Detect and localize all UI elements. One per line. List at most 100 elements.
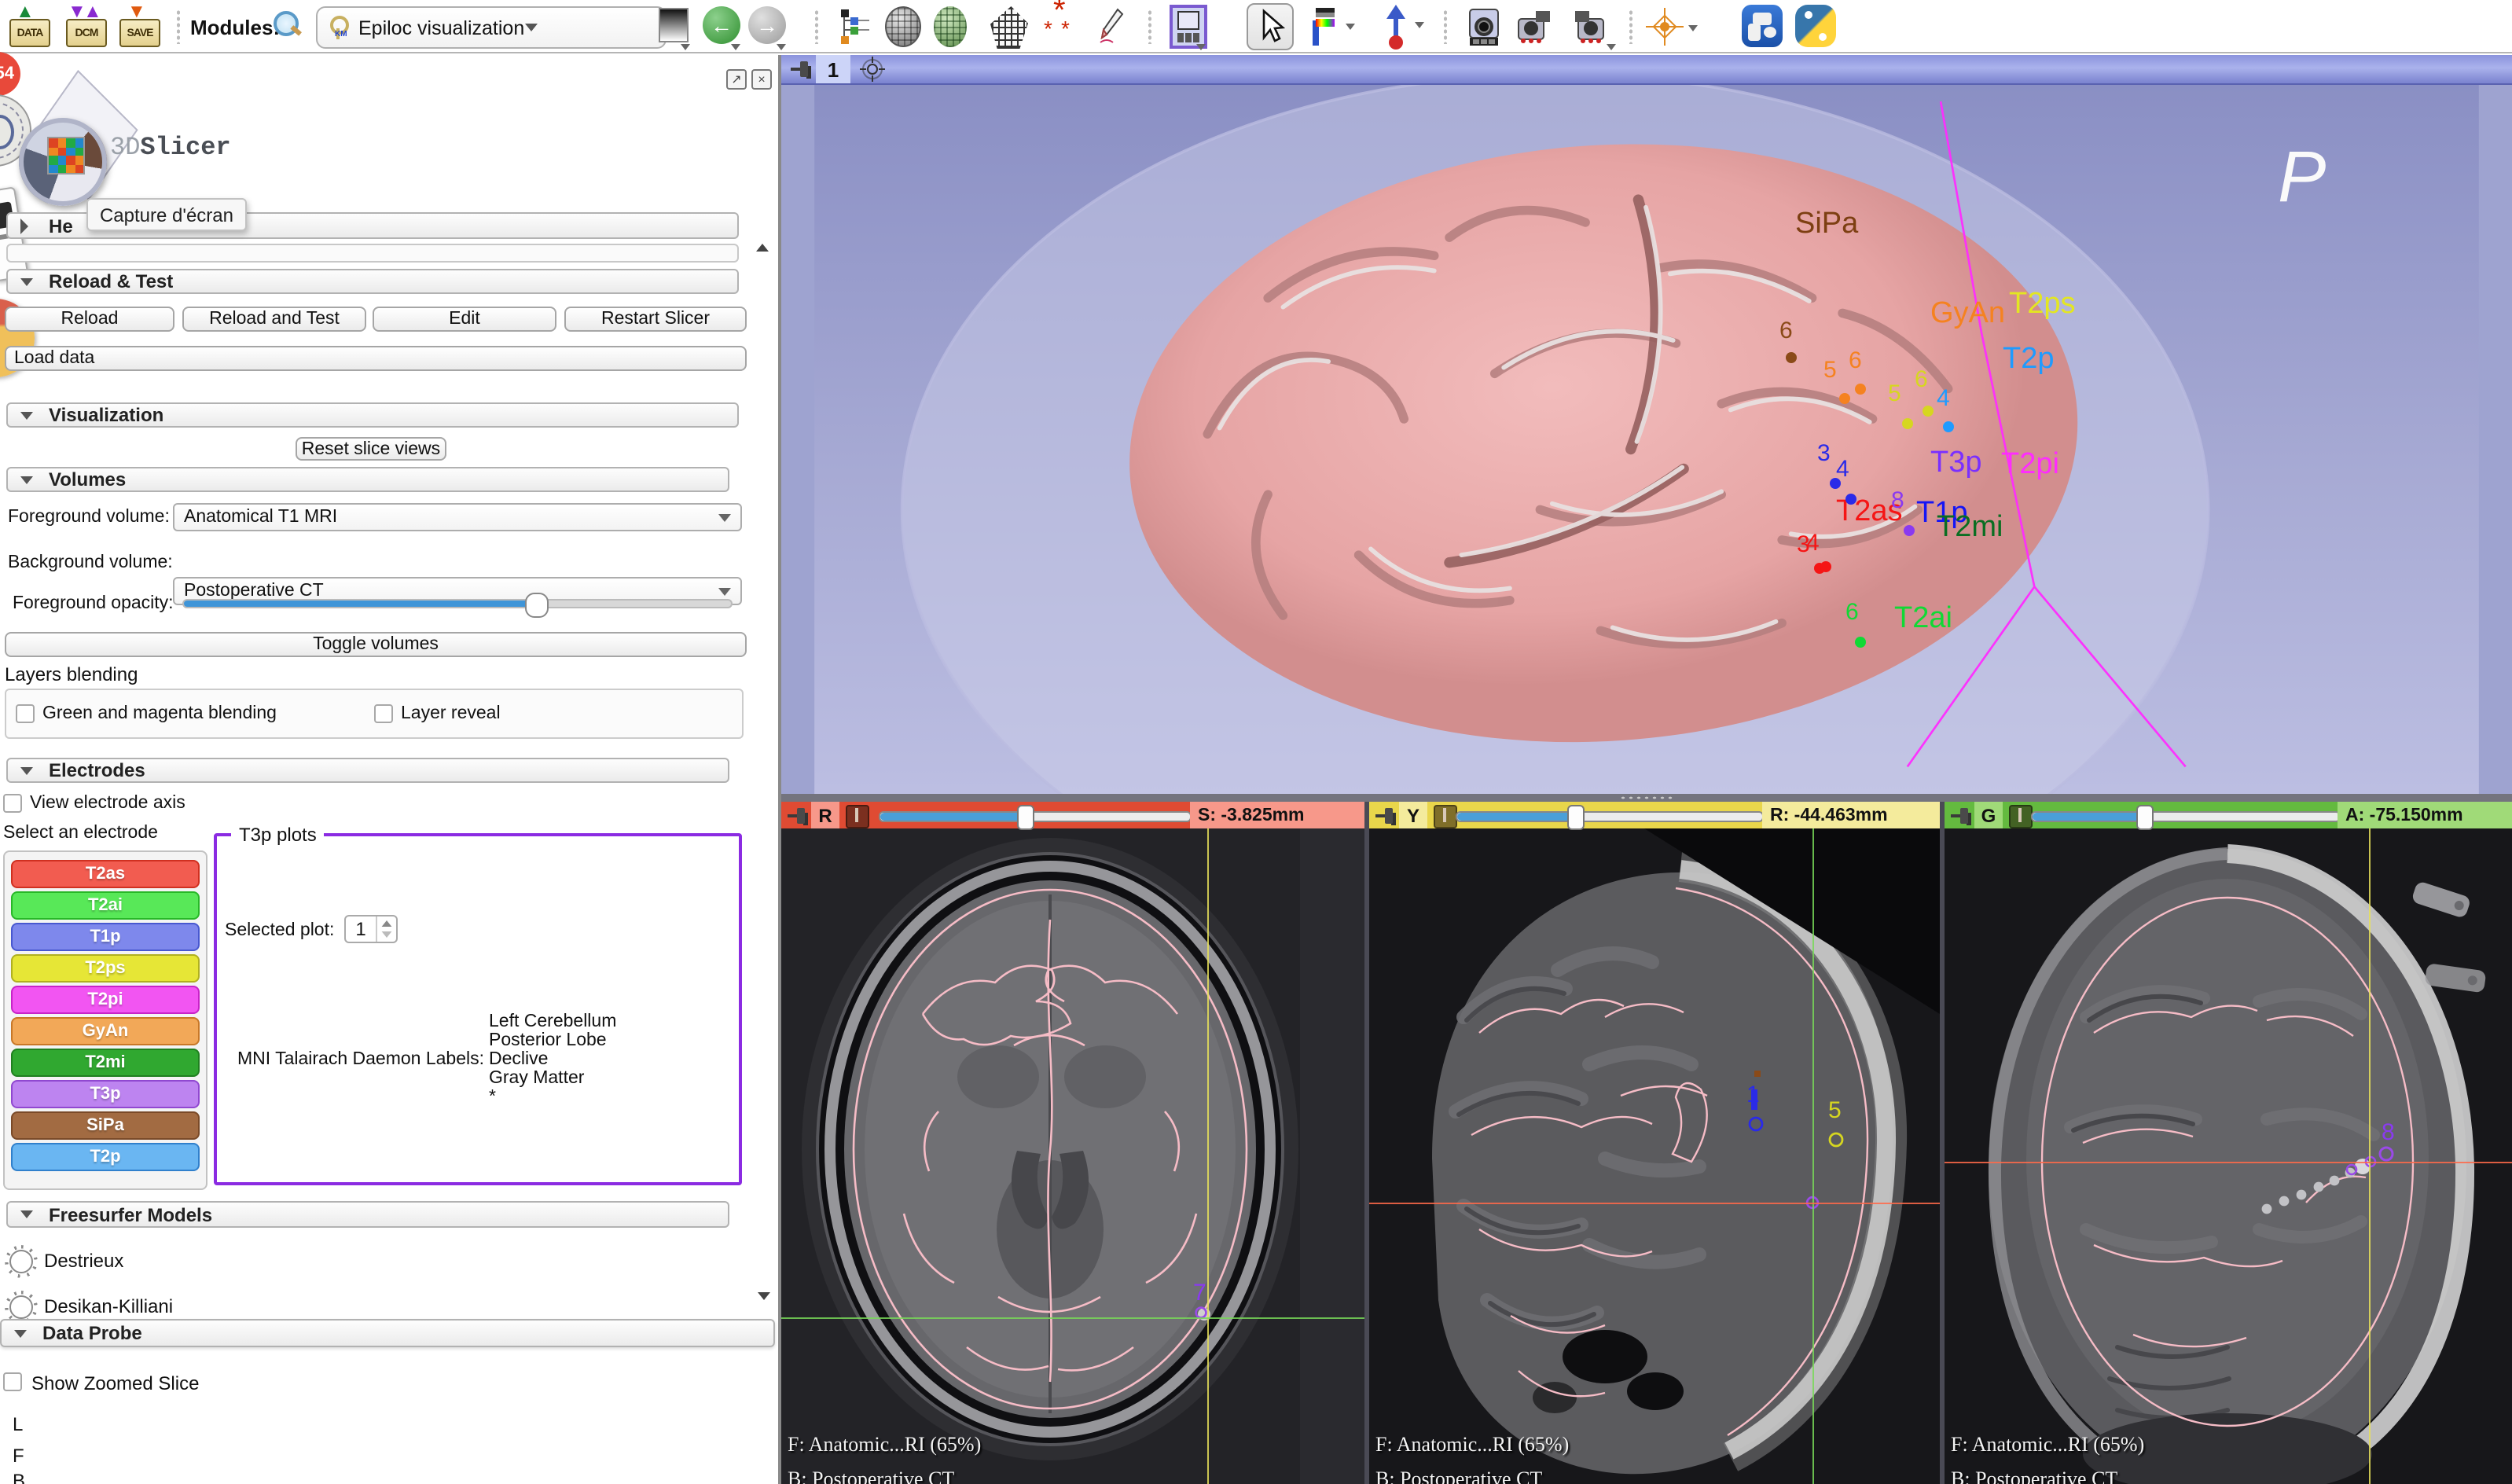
python-icon[interactable] <box>1795 5 1836 47</box>
extensions-icon[interactable] <box>1742 5 1783 47</box>
models-green-icon[interactable] <box>934 6 967 47</box>
subject-hierarchy-icon[interactable] <box>838 8 872 53</box>
selected-plot-spinbox[interactable]: 1 <box>344 915 398 943</box>
select-electrode-label: Select an electrode <box>3 824 158 843</box>
window-level-icon[interactable] <box>659 8 689 42</box>
crosshair-icon[interactable] <box>1644 6 1685 55</box>
slice-plane-icon[interactable] <box>2009 805 2033 828</box>
foreground-volume-select[interactable]: Anatomical T1 MRI <box>173 503 742 531</box>
freesurfer-item-destrieux[interactable]: Destrieux <box>44 1250 123 1272</box>
fiducials-icon[interactable]: * * * <box>1044 3 1082 47</box>
back-arrow-icon[interactable]: ← <box>703 6 740 44</box>
slice-slider[interactable] <box>2031 811 2341 822</box>
forward-arrow-icon[interactable]: → <box>748 6 786 44</box>
colors-icon[interactable] <box>1308 5 1342 55</box>
chevron-down-icon <box>718 513 731 521</box>
green-magenta-checkbox[interactable] <box>16 704 35 723</box>
electrode-button-T2mi[interactable]: T2mi <box>11 1049 200 1077</box>
data-icon[interactable]: ▲ DATA <box>9 6 50 47</box>
slice-view-yellow-sagittal[interactable]: 51 F: Anatomic...RI (65%) B: Postoperati… <box>1369 802 1940 1484</box>
electrode-button-T1p[interactable]: T1p <box>11 923 200 951</box>
probe-row-l: L <box>13 1413 23 1435</box>
electrode-button-SiPa[interactable]: SiPa <box>11 1111 200 1140</box>
section-volumes[interactable]: Volumes <box>6 467 729 492</box>
opacity-slider-handle[interactable] <box>524 593 548 618</box>
slice-slider[interactable] <box>879 811 1192 822</box>
panel-float-icon[interactable]: ↗ <box>726 69 747 90</box>
pin-icon[interactable] <box>1951 806 1973 825</box>
pin-icon[interactable] <box>788 806 810 825</box>
mni-labels-values: Left CerebellumPosterior LobeDecliveGray… <box>489 1012 616 1107</box>
slice-slider-handle[interactable] <box>1016 805 1034 830</box>
slice-slider[interactable] <box>1456 811 1764 822</box>
electrode-button-T3p[interactable]: T3p <box>11 1080 200 1108</box>
models-gray-icon[interactable] <box>885 6 921 47</box>
slice-bar-yellow[interactable]: Y R: -44.463mm <box>1369 802 1940 828</box>
section-reload-test[interactable]: Reload & Test <box>6 269 739 294</box>
section-freesurfer[interactable]: Freesurfer Models <box>6 1201 729 1228</box>
scroll-up-icon[interactable] <box>756 217 769 245</box>
toggle-volumes-button[interactable]: Toggle volumes <box>5 632 747 657</box>
reload-button[interactable]: Reload <box>5 307 174 332</box>
section-electrodes[interactable]: Electrodes <box>6 758 729 783</box>
section-data-probe[interactable]: Data Probe <box>0 1319 775 1347</box>
show-zoomed-slice-checkbox[interactable] <box>3 1372 22 1391</box>
layer-reveal-label: Layer reveal <box>401 704 501 723</box>
save-icon[interactable]: ▼ SAVE <box>119 6 160 47</box>
slice-plane-icon[interactable] <box>1434 805 1457 828</box>
transform-arrow-icon[interactable] <box>1380 3 1412 58</box>
restart-slicer-button[interactable]: Restart Slicer <box>564 307 747 332</box>
module-select-value: Epiloc visualization <box>358 17 524 39</box>
reset-slice-views-button[interactable]: Reset slice views <box>296 437 446 461</box>
electrode-button-T2p[interactable]: T2p <box>11 1143 200 1171</box>
scene-views-icon[interactable] <box>1514 6 1555 55</box>
annotation-pen-icon[interactable] <box>1093 6 1130 55</box>
electrode-button-GyAn[interactable]: GyAn <box>11 1017 200 1045</box>
toolbar-separator <box>1443 9 1448 44</box>
view-3d-titlebar[interactable]: 1 <box>781 55 2512 85</box>
screenshot-icon[interactable] <box>1467 6 1504 55</box>
spin-up-icon[interactable] <box>382 920 392 927</box>
reload-and-test-button[interactable]: Reload and Test <box>182 307 366 332</box>
crosshair-horizontal <box>1369 1203 1940 1204</box>
electrode-button-T2ai[interactable]: T2ai <box>11 891 200 920</box>
electrode-button-T2pi[interactable]: T2pi <box>11 986 200 1014</box>
slice-slider-handle[interactable] <box>1566 805 1584 830</box>
module-search-icon[interactable] <box>274 11 299 36</box>
pin-icon[interactable] <box>791 60 813 79</box>
collapse-icon <box>20 476 33 483</box>
slice-view-green-coronal[interactable]: 8 F: Anatomic...RI (65%) B: Postoperativ… <box>1945 802 2512 1484</box>
load-data-button[interactable]: Load data <box>5 346 747 371</box>
slice-view-red-axial[interactable]: 7 F: Anatomic...RI (65%) B: Postoperativ… <box>781 802 1364 1484</box>
show-zoomed-slice-label: Show Zoomed Slice <box>31 1372 199 1394</box>
slice-views-row: 7 F: Anatomic...RI (65%) B: Postoperativ… <box>781 794 2512 1484</box>
slice-slider-handle[interactable] <box>2136 805 2154 830</box>
probe-row-b: B <box>13 1470 25 1484</box>
crosshair-vertical <box>1207 828 1209 1484</box>
slice-bar-green[interactable]: G A: -75.150mm <box>1945 802 2512 828</box>
foreground-opacity-slider[interactable] <box>182 599 733 608</box>
edit-button[interactable]: Edit <box>373 307 556 332</box>
electrode-button-T2ps[interactable]: T2ps <box>11 954 200 983</box>
freesurfer-item-desikan[interactable]: Desikan-Killiani <box>44 1295 173 1317</box>
splitter-handle[interactable] <box>781 794 2512 802</box>
panel-close-icon[interactable]: × <box>751 69 772 90</box>
section-visualization[interactable]: Visualization <box>6 402 739 428</box>
layer-reveal-checkbox[interactable] <box>374 704 393 723</box>
selected-plot-label: Selected plot: <box>225 921 334 940</box>
view-electrode-axis-checkbox[interactable] <box>3 794 22 813</box>
pin-icon[interactable] <box>1375 806 1397 825</box>
dcm-icon-label: DCM <box>75 28 98 39</box>
layout-icon[interactable] <box>1170 5 1207 49</box>
scene-capture-icon[interactable] <box>1570 6 1611 55</box>
slice-bar-red[interactable]: R S: -3.825mm <box>781 802 1364 828</box>
dcm-icon[interactable]: ▼ ▲ DCM <box>66 6 107 47</box>
slice-plane-icon[interactable] <box>846 805 869 828</box>
mouse-pointer-icon[interactable] <box>1247 3 1294 50</box>
module-select[interactable]: KM Epiloc visualization <box>316 6 667 49</box>
spin-down-icon[interactable] <box>382 931 392 938</box>
center-view-icon[interactable] <box>860 57 885 90</box>
electrode-button-T2as[interactable]: T2as <box>11 860 200 888</box>
wireframe-icon[interactable] <box>990 6 1028 49</box>
view-3d[interactable]: 1 P SiPaGyAnT2psT2pT3pT2piT2asT1pT2miT2a… <box>781 55 2512 794</box>
